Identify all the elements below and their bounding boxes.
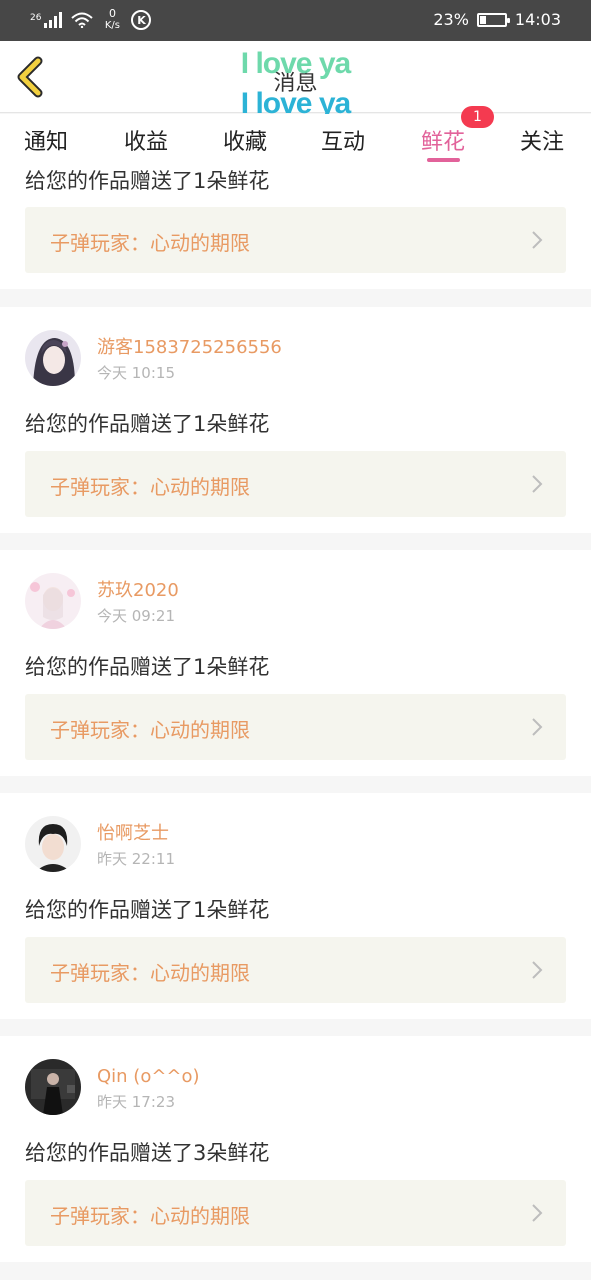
app-root: 26 0 K/s K 23% 14:03 消息 I love ya I love… xyxy=(0,0,591,1280)
network-type: 26 xyxy=(30,13,42,23)
sender-info: 游客1583725256556 今天 10:15 xyxy=(97,337,282,382)
active-tab-indicator xyxy=(427,158,460,162)
timestamp: 今天 09:21 xyxy=(97,607,175,625)
work-title: 子弹玩家：心动的期限 xyxy=(50,961,250,985)
tab-favorites[interactable]: 收藏 xyxy=(223,124,267,156)
feed-card: 游客1583725256556 今天 10:15 给您的作品赠送了1朵鲜花 子弹… xyxy=(0,307,591,533)
battery-fill xyxy=(479,15,486,24)
net-speed: 0 K/s xyxy=(101,8,123,32)
work-link[interactable]: 子弹玩家：心动的期限 xyxy=(25,207,566,273)
header: 消息 I love ya I love ya xyxy=(0,41,591,120)
gift-message: 给您的作品赠送了1朵鲜花 xyxy=(25,169,270,193)
status-bar: 26 0 K/s K 23% 14:03 xyxy=(0,0,591,41)
status-left: 26 0 K/s K xyxy=(30,8,152,32)
tab-following[interactable]: 关注 xyxy=(520,124,564,156)
feed-card-partial: 给您的作品赠送了1朵鲜花 子弹玩家：心动的期限 xyxy=(0,164,591,289)
chevron-right-icon xyxy=(532,961,543,979)
flower-feed: 给您的作品赠送了1朵鲜花 子弹玩家：心动的期限 游客1583725256556 … xyxy=(0,164,591,1280)
chevron-right-icon xyxy=(532,475,543,493)
wifi-icon xyxy=(71,12,94,28)
overlay-text-top: I love ya xyxy=(240,47,351,80)
username[interactable]: 游客1583725256556 xyxy=(97,337,282,359)
tab-earnings[interactable]: 收益 xyxy=(124,124,168,156)
chevron-right-icon xyxy=(532,1204,543,1222)
app-k-icon: K xyxy=(131,10,152,30)
work-link[interactable]: 子弹玩家：心动的期限 xyxy=(25,694,566,760)
sender[interactable]: 游客1583725256556 今天 10:15 xyxy=(25,330,282,386)
sender[interactable]: 怡啊芝士 昨天 22:11 xyxy=(25,816,175,872)
avatar[interactable] xyxy=(25,1059,81,1115)
battery-percent: 23% xyxy=(433,10,469,29)
gift-message: 给您的作品赠送了1朵鲜花 xyxy=(25,898,270,922)
timestamp: 昨天 17:23 xyxy=(97,1093,175,1111)
net-speed-unit: K/s xyxy=(104,20,121,31)
work-title: 子弹玩家：心动的期限 xyxy=(50,231,250,255)
clock: 14:03 xyxy=(514,10,561,29)
work-link[interactable]: 子弹玩家：心动的期限 xyxy=(25,937,566,1003)
feed-card: 怡啊芝士 昨天 22:11 给您的作品赠送了1朵鲜花 子弹玩家：心动的期限 xyxy=(0,793,591,1019)
chevron-right-icon xyxy=(532,231,543,249)
work-title: 子弹玩家：心动的期限 xyxy=(50,1204,250,1228)
work-title: 子弹玩家：心动的期限 xyxy=(50,475,250,499)
battery-icon xyxy=(476,12,510,27)
username[interactable]: 苏玖2020 xyxy=(97,580,179,602)
gift-message: 给您的作品赠送了3朵鲜花 xyxy=(25,1141,270,1165)
tab-flowers[interactable]: 鲜花 xyxy=(421,124,465,156)
gift-message: 给您的作品赠送了1朵鲜花 xyxy=(25,655,270,679)
feed-card: 苏玖2020 今天 09:21 给您的作品赠送了1朵鲜花 子弹玩家：心动的期限 xyxy=(0,550,591,776)
avatar[interactable] xyxy=(25,816,81,872)
net-speed-value: 0 xyxy=(108,7,116,20)
work-title: 子弹玩家：心动的期限 xyxy=(50,718,250,742)
status-right: 23% 14:03 xyxy=(433,10,561,29)
timestamp: 昨天 22:11 xyxy=(97,850,175,868)
avatar[interactable] xyxy=(25,573,81,629)
sender-info: Qin (o^^o) 昨天 17:23 xyxy=(97,1066,200,1111)
chevron-right-icon xyxy=(532,718,543,736)
feed-card: Qin (o^^o) 昨天 17:23 给您的作品赠送了3朵鲜花 子弹玩家：心动… xyxy=(0,1036,591,1262)
signal-icon xyxy=(44,12,63,28)
tab-bar: 通知 收益 收藏 互动 鲜花 关注 xyxy=(0,114,591,164)
timestamp: 今天 10:15 xyxy=(97,364,175,382)
sender-info: 苏玖2020 今天 09:21 xyxy=(97,580,179,625)
gift-message: 给您的作品赠送了1朵鲜花 xyxy=(25,412,270,436)
tab-notifications[interactable]: 通知 xyxy=(24,124,68,156)
work-link[interactable]: 子弹玩家：心动的期限 xyxy=(25,1180,566,1246)
username[interactable]: 怡啊芝士 xyxy=(97,823,175,845)
avatar[interactable] xyxy=(25,330,81,386)
flower-tab-badge: 1 xyxy=(461,106,494,128)
tab-interactions[interactable]: 互动 xyxy=(321,124,365,156)
sender[interactable]: 苏玖2020 今天 09:21 xyxy=(25,573,179,629)
username[interactable]: Qin (o^^o) xyxy=(97,1066,200,1088)
work-link[interactable]: 子弹玩家：心动的期限 xyxy=(25,451,566,517)
sender-info: 怡啊芝士 昨天 22:11 xyxy=(97,823,175,868)
sender[interactable]: Qin (o^^o) 昨天 17:23 xyxy=(25,1059,200,1115)
